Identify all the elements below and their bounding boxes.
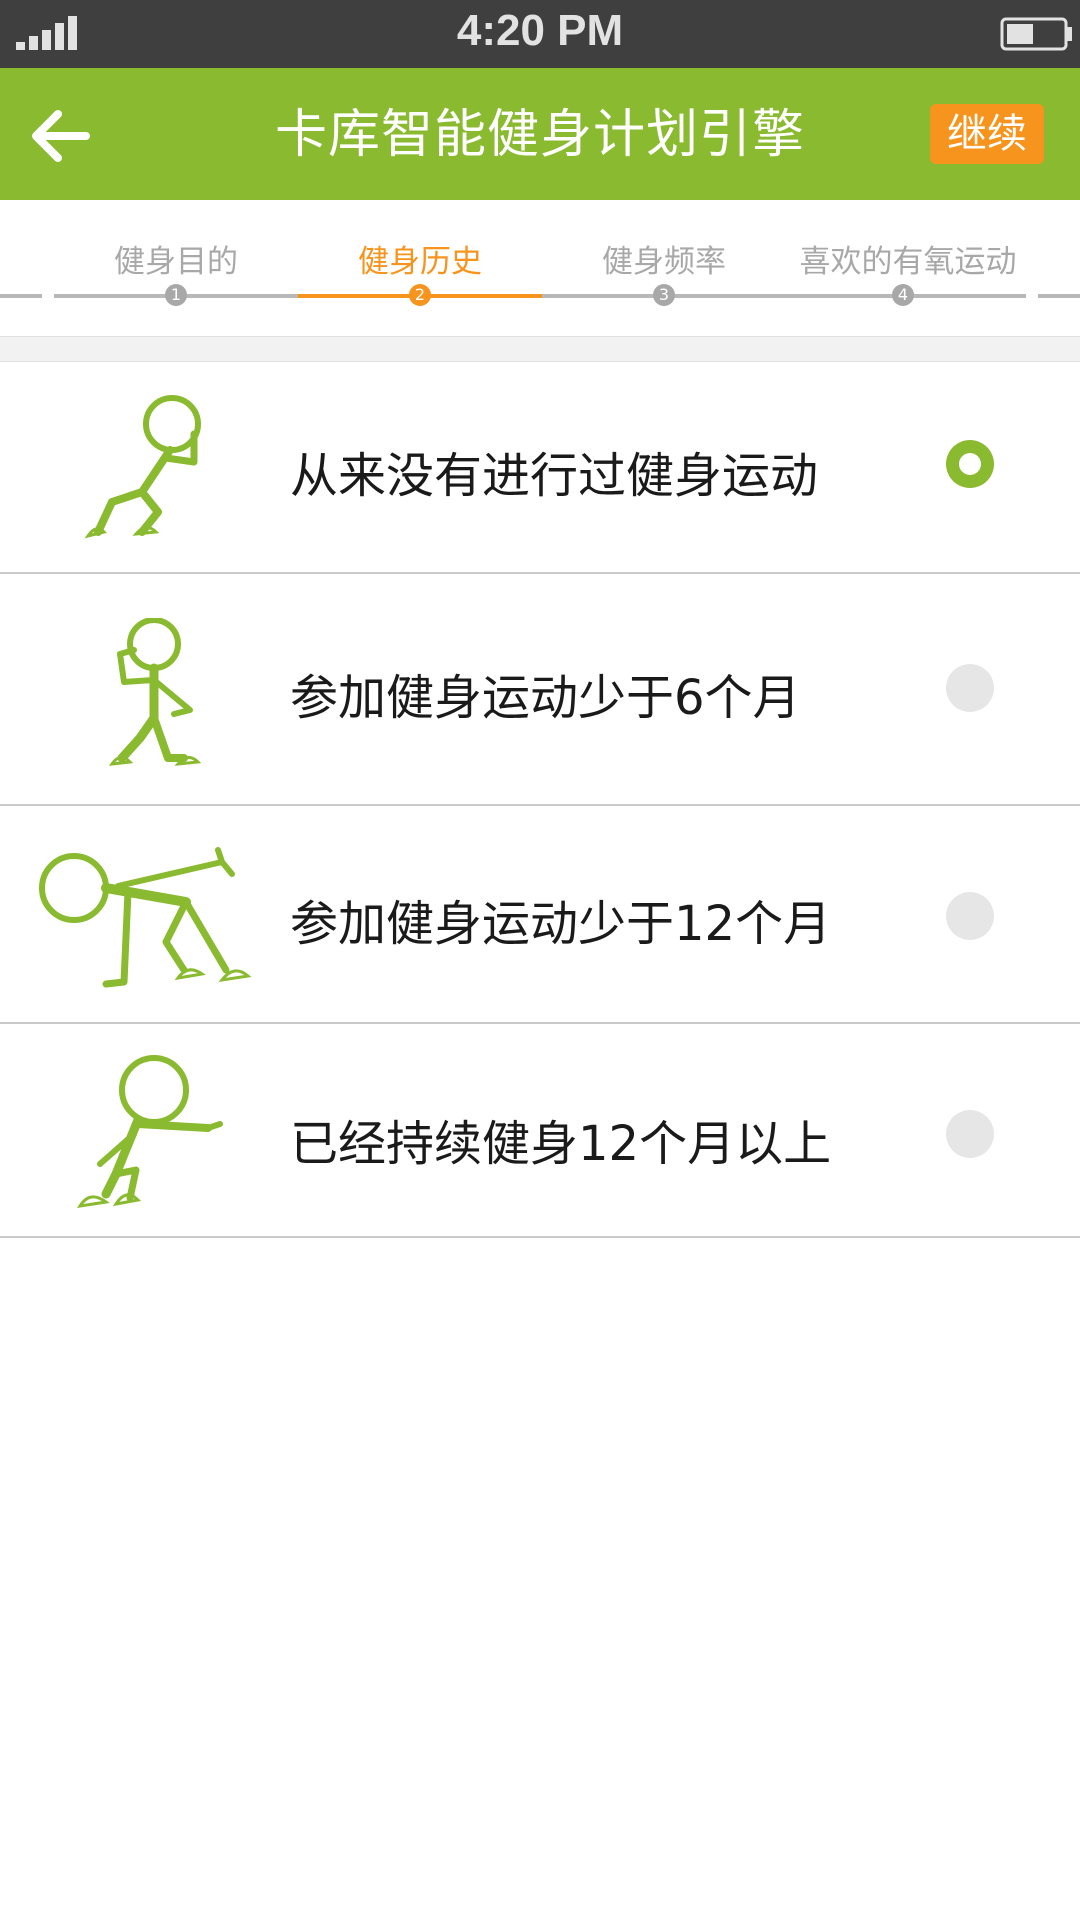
stick-figure-stretch-icon [39,847,252,988]
nav-bar: 卡库智能健身计划引擎 继续 [0,68,1080,200]
stick-figure-thinking-icon [84,395,201,539]
radio-unselected[interactable] [946,664,994,712]
step-progress: 健身目的 1 健身历史 2 健身频率 3 喜欢的有氧运动 4 [0,200,1080,336]
step-number-3: 3 [653,284,675,306]
tab-step-4[interactable]: 喜欢的有氧运动 [786,236,1030,281]
option-less-than-6-months[interactable]: 参加健身运动少于6个月 [0,574,1080,806]
status-bar: 4:20 PM [0,0,1080,68]
option-less-than-12-months[interactable]: 参加健身运动少于12个月 [0,806,1080,1024]
status-time: 4:20 PM [456,6,624,55]
battery-icon [1000,17,1072,51]
section-divider [0,336,1080,362]
step-line-lead [0,294,42,298]
stick-figure-lunge-icon [76,1055,223,1208]
option-label: 已经持续健身12个月以上 [290,1116,832,1172]
stick-figure-squat-icon [108,618,202,766]
radio-unselected[interactable] [946,892,994,940]
radio-unselected[interactable] [946,1110,994,1158]
radio-selected[interactable] [946,440,994,488]
option-label: 参加健身运动少于6个月 [290,670,801,726]
tab-step-1[interactable]: 健身目的 [54,236,298,281]
step-number-4: 4 [892,284,914,306]
page-title: 卡库智能健身计划引擎 [274,105,805,165]
step-number-1: 1 [165,284,187,306]
continue-button[interactable]: 继续 [930,104,1044,164]
option-label: 参加健身运动少于12个月 [290,896,832,952]
option-label: 从来没有进行过健身运动 [290,448,819,504]
tab-step-2[interactable]: 健身历史 [298,236,542,281]
step-number-2: 2 [409,284,431,306]
option-more-than-12-months[interactable]: 已经持续健身12个月以上 [0,1024,1080,1238]
option-never-exercised[interactable]: 从来没有进行过健身运动 [0,362,1080,574]
step-line-trail [1038,294,1080,298]
tab-step-3[interactable]: 健身频率 [542,236,786,281]
